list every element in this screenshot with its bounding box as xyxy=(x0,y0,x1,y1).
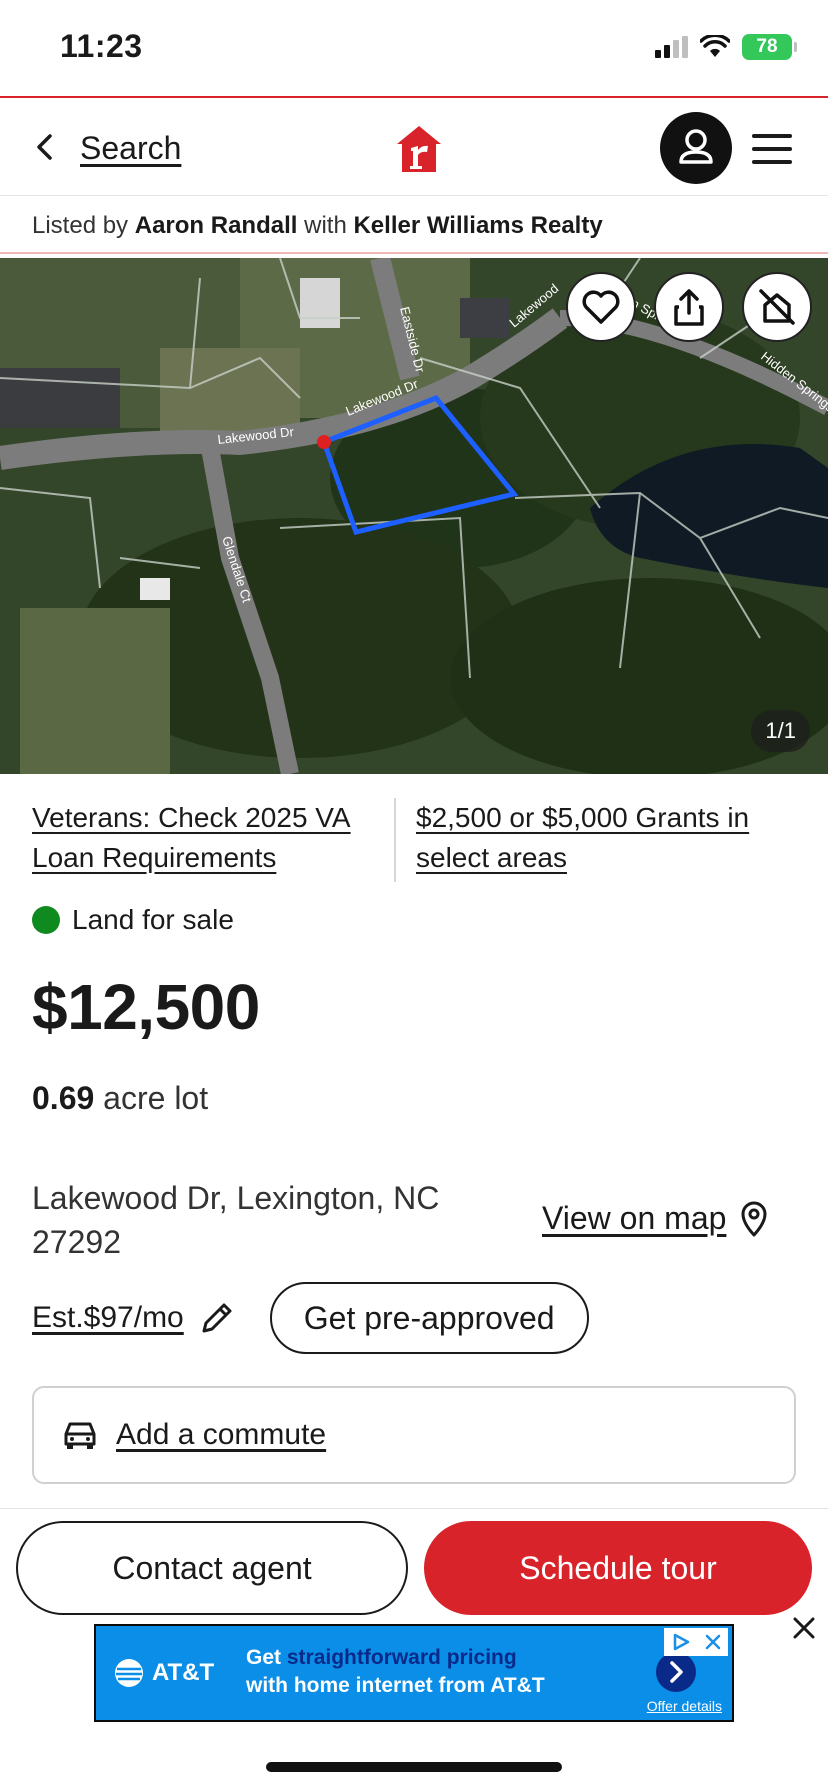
ad-line2: with home internet from AT&T xyxy=(246,1674,545,1697)
agent-name: Aaron Randall xyxy=(134,212,298,239)
offer-details-link[interactable]: Offer details xyxy=(647,1698,722,1714)
ad-choices-icon[interactable] xyxy=(664,1628,728,1656)
ad-play-icon xyxy=(673,1633,689,1651)
lot-size-unit: acre lot xyxy=(103,1080,209,1116)
redfin-logo-icon[interactable] xyxy=(394,124,444,174)
close-ad-icon[interactable] xyxy=(790,1614,818,1642)
promo-links: Veterans: Check 2025 VA Loan Requirement… xyxy=(32,798,796,882)
view-on-map-link[interactable]: View on map xyxy=(542,1200,768,1237)
add-commute-box[interactable]: Add a commute xyxy=(32,1386,796,1484)
listing-price: $12,500 xyxy=(32,971,260,1043)
favorite-button[interactable] xyxy=(566,272,636,342)
status-label: Land for sale xyxy=(72,904,234,935)
account-button[interactable] xyxy=(660,112,732,184)
hamburger-menu-icon[interactable] xyxy=(752,134,792,164)
heart-icon xyxy=(582,290,620,324)
bottom-action-bar: Contact agent Schedule tour xyxy=(0,1508,828,1622)
hide-listing-button[interactable] xyxy=(742,272,812,342)
property-address: Lakewood Dr, Lexington, NC 27292 xyxy=(32,1180,440,1260)
contact-agent-button[interactable]: Contact agent xyxy=(16,1521,408,1615)
back-to-search-link[interactable]: Search xyxy=(80,130,181,167)
status-bar: 11:23 78 xyxy=(0,0,828,96)
home-indicator xyxy=(266,1762,562,1772)
lot-size: 0.69 acre lot xyxy=(32,1080,208,1117)
back-chevron-icon[interactable] xyxy=(32,132,58,162)
va-loan-link[interactable]: Veterans: Check 2025 VA Loan Requirement… xyxy=(32,802,351,873)
ad-banner[interactable]: AT&T Get straightforward pricing with ho… xyxy=(94,1624,734,1722)
status-dot-icon xyxy=(32,906,60,934)
ad-line1-highlight: straightforward pricing xyxy=(286,1646,517,1669)
brokerage-name: Keller Williams Realty xyxy=(353,212,603,239)
ad-arrow-button[interactable] xyxy=(656,1652,696,1692)
view-on-map-label: View on map xyxy=(542,1200,727,1236)
with-text: with xyxy=(304,212,347,239)
cellular-signal-icon xyxy=(655,36,688,58)
status-time: 11:23 xyxy=(60,28,143,64)
battery-icon: 78 xyxy=(742,34,797,60)
user-icon xyxy=(679,129,713,164)
status-icons: 78 xyxy=(655,34,797,60)
att-brand: AT&T xyxy=(152,1659,215,1686)
lot-size-value: 0.69 xyxy=(32,1080,95,1116)
listing-status: Land for sale xyxy=(32,904,234,936)
grants-link[interactable]: $2,500 or $5,000 Grants in select areas xyxy=(416,802,749,873)
payment-row: Est.$97/mo Get pre-approved xyxy=(32,1282,589,1354)
share-button[interactable] xyxy=(654,272,724,342)
estimated-payment-link[interactable]: Est.$97/mo xyxy=(32,1301,184,1335)
car-icon xyxy=(64,1422,96,1449)
hide-home-icon xyxy=(759,289,795,325)
listing-agent-line: Listed by Aaron Randall with Keller Will… xyxy=(0,196,828,254)
att-globe-icon xyxy=(115,1659,143,1687)
ad-line1-prefix: Get xyxy=(246,1646,287,1669)
listed-by-prefix: Listed by xyxy=(32,212,129,239)
map-pin-icon xyxy=(741,1201,767,1236)
photo-counter: 1/1 xyxy=(751,710,810,752)
ad-x-icon xyxy=(705,1634,720,1650)
pencil-icon[interactable] xyxy=(198,1299,236,1337)
add-commute-label: Add a commute xyxy=(116,1418,327,1451)
share-icon xyxy=(674,289,704,326)
att-logo: AT&T xyxy=(114,1658,214,1688)
ad-headline: Get straightforward pricing with home in… xyxy=(246,1644,545,1700)
wifi-icon xyxy=(700,35,730,57)
top-navigation: Search xyxy=(0,96,828,196)
chevron-right-icon xyxy=(670,1661,683,1683)
listing-photo[interactable]: Lakewood Dr Lakewood Dr Lakewood Eastsid… xyxy=(0,258,828,774)
schedule-tour-button[interactable]: Schedule tour xyxy=(424,1521,812,1615)
get-preapproved-button[interactable]: Get pre-approved xyxy=(269,1282,589,1354)
